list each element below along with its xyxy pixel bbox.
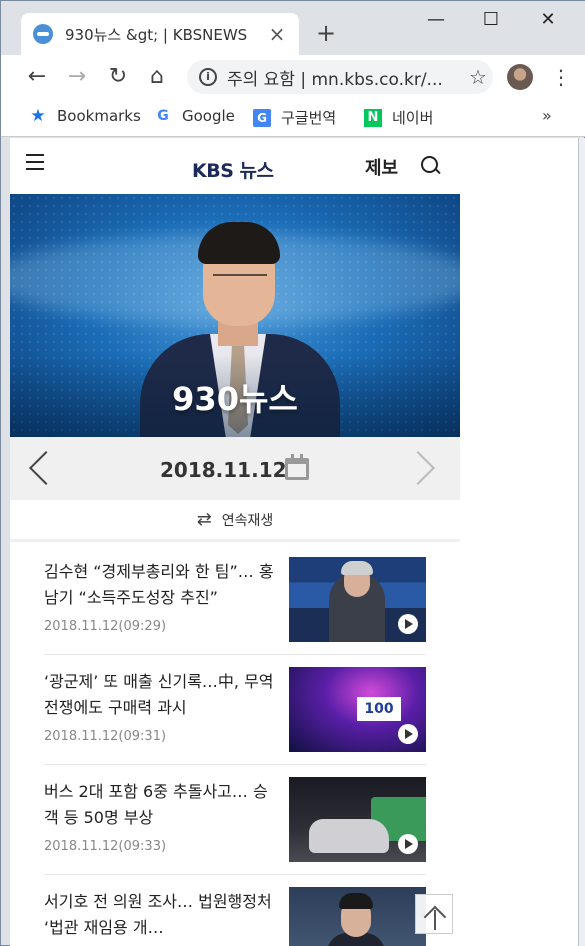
news-title[interactable]: 김수현 “경제부총리와 한 팀”… 홍남기 “소득주도성장 추진”	[44, 559, 276, 611]
hamburger-menu-icon[interactable]	[26, 154, 44, 170]
minimize-button[interactable]: —	[421, 9, 451, 31]
news-item[interactable]: ‘광군제’ 또 매출 신기록…中, 무역전쟁에도 구매력 과시 2018.11.…	[44, 655, 426, 765]
news-list: 김수현 “경제부총리와 한 팀”… 홍남기 “소득주도성장 추진” 2018.1…	[10, 545, 460, 946]
news-text: 버스 2대 포함 6중 추돌사고… 승객 등 50명 부상 2018.11.12…	[44, 779, 276, 854]
google-icon: G	[157, 108, 169, 124]
naver-icon: N	[364, 108, 382, 127]
news-thumbnail[interactable]	[289, 777, 426, 862]
anchor-glasses	[213, 274, 267, 288]
thumb-banner: 100	[357, 697, 401, 721]
kbs-mobile-page: KBS 뉴스 제보 930뉴스 2018.11.12 ⇄ 연속재생 김수현 “경…	[10, 138, 460, 946]
browser-tab[interactable]: 930뉴스 &gt; | KBSNEWS ×	[21, 13, 299, 55]
news-title[interactable]: ‘광군제’ 또 매출 신기록…中, 무역전쟁에도 구매력 과시	[44, 669, 276, 721]
program-hero-banner: 930뉴스	[10, 194, 460, 437]
new-tab-button[interactable]: +	[314, 19, 338, 47]
tab-strip: 930뉴스 &gt; | KBSNEWS × + — ☐ ✕	[1, 1, 585, 55]
program-title: 930뉴스	[172, 380, 298, 418]
bookmark-naver[interactable]: N 네이버	[364, 107, 433, 128]
browser-menu-icon[interactable]: ⋮	[551, 65, 571, 89]
tab-title: 930뉴스 &gt; | KBSNEWS	[65, 25, 248, 44]
news-item[interactable]: 버스 2대 포함 6중 추돌사고… 승객 등 50명 부상 2018.11.12…	[44, 765, 426, 875]
news-timestamp: 2018.11.12(09:33)	[44, 839, 167, 854]
reload-icon[interactable]: ↻	[104, 63, 132, 91]
bookmark-label: Google	[182, 107, 235, 125]
previous-date-chevron-icon[interactable]	[28, 451, 48, 485]
next-date-chevron-icon[interactable]	[420, 451, 440, 485]
autoplay-label: 연속재생	[221, 512, 274, 529]
tab-close-icon[interactable]: ×	[267, 22, 287, 46]
bookmark-star-icon[interactable]: ☆	[463, 65, 493, 89]
bookmarks-bar: ★ Bookmarks G Google G 구글번역 N 네이버 »	[1, 99, 585, 137]
maximize-button[interactable]: ☐	[476, 9, 506, 31]
news-thumbnail[interactable]	[289, 557, 426, 642]
bookmark-label: Bookmarks	[57, 107, 141, 125]
thumb-hair	[341, 561, 373, 575]
bookmark-google[interactable]: G Google	[154, 107, 235, 125]
bookmark-label: 네이버	[392, 109, 434, 127]
browser-toolbar: ← → ↻ ⌂ i 주의 요함 | mn.kbs.co.kr/... ☆ ⋮	[1, 55, 585, 99]
repeat-icon: ⇄	[196, 509, 212, 530]
report-link[interactable]: 제보	[365, 154, 398, 180]
news-item[interactable]: 김수현 “경제부총리와 한 팀”… 홍남기 “소득주도성장 추진” 2018.1…	[44, 545, 426, 655]
bookmarks-overflow-icon[interactable]: »	[542, 106, 552, 125]
search-icon[interactable]	[420, 155, 442, 177]
news-text: 김수현 “경제부총리와 한 팀”… 홍남기 “소득주도성장 추진” 2018.1…	[44, 559, 276, 634]
date-navigator: 2018.11.12	[10, 437, 460, 500]
browser-window: 930뉴스 &gt; | KBSNEWS × + — ☐ ✕ ← → ↻ ⌂ i…	[0, 0, 585, 946]
bookmark-bookmarks[interactable]: ★ Bookmarks	[29, 106, 141, 126]
bookmark-label: 구글번역	[281, 109, 337, 127]
address-bar[interactable]: i 주의 요함 | mn.kbs.co.kr/... ☆	[187, 60, 493, 94]
news-title[interactable]: 버스 2대 포함 6중 추돌사고… 승객 등 50명 부상	[44, 779, 276, 831]
calendar-icon[interactable]	[285, 454, 309, 480]
empty-viewport-area	[460, 138, 578, 946]
news-title[interactable]: 서기호 전 의원 조사… 법원행정처 ‘법관 재임용 개…	[44, 889, 276, 941]
news-timestamp: 2018.11.12(09:31)	[44, 729, 167, 744]
profile-avatar[interactable]	[507, 64, 533, 90]
close-window-button[interactable]: ✕	[533, 9, 563, 31]
news-timestamp: 2018.11.12(09:29)	[44, 619, 167, 634]
kbs-news-logo[interactable]: KBS 뉴스	[192, 156, 274, 183]
play-icon	[398, 614, 418, 634]
window-edge	[578, 138, 585, 946]
thumb-hair	[339, 893, 373, 909]
news-text: 서기호 전 의원 조사… 법원행정처 ‘법관 재임용 개…	[44, 889, 276, 946]
google-translate-icon: G	[253, 108, 271, 127]
site-header: KBS 뉴스 제보	[10, 138, 460, 194]
news-item[interactable]: 서기호 전 의원 조사… 법원행정처 ‘법관 재임용 개…	[44, 875, 426, 946]
back-arrow-icon[interactable]: ←	[23, 63, 51, 91]
info-icon[interactable]: i	[199, 68, 217, 86]
kbs-favicon-icon	[33, 24, 53, 44]
broadcast-date: 2018.11.12	[160, 458, 287, 482]
news-thumbnail[interactable]	[289, 887, 426, 946]
play-icon	[398, 834, 418, 854]
bookmark-google-translate[interactable]: G 구글번역	[253, 107, 336, 128]
star-icon: ★	[30, 106, 46, 126]
news-thumbnail[interactable]: 100	[289, 667, 426, 752]
play-icon	[398, 724, 418, 744]
forward-arrow-icon[interactable]: →	[63, 63, 91, 91]
thumb-car	[309, 819, 389, 853]
news-text: ‘광군제’ 또 매출 신기록…中, 무역전쟁에도 구매력 과시 2018.11.…	[44, 669, 276, 744]
autoplay-toggle[interactable]: ⇄ 연속재생	[10, 500, 460, 542]
address-text[interactable]: 주의 요함 | mn.kbs.co.kr/...	[227, 65, 463, 90]
home-icon[interactable]: ⌂	[143, 63, 171, 91]
scroll-to-top-button[interactable]	[415, 894, 453, 934]
